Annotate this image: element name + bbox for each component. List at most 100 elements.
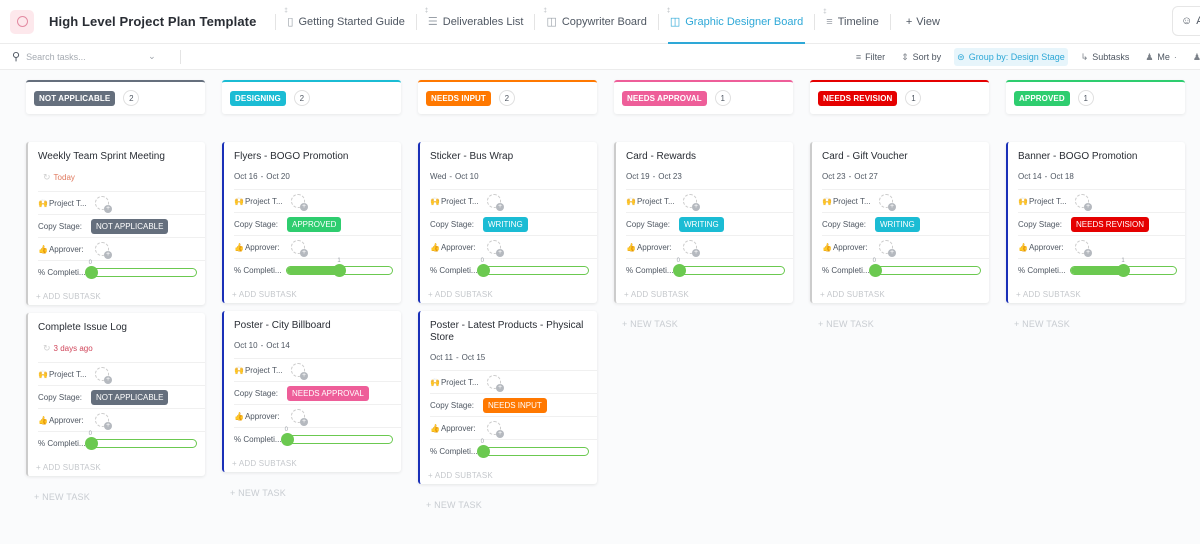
due-date[interactable]: ↻ Today — [38, 172, 205, 183]
add-assignee-icon[interactable] — [487, 194, 504, 211]
space-icon[interactable] — [10, 9, 34, 34]
completion-slider[interactable]: 0 — [280, 427, 393, 446]
new-task-button[interactable]: + NEW TASK — [1006, 311, 1185, 329]
task-title[interactable]: Card - Gift Voucher — [822, 151, 989, 163]
add-approver-icon[interactable] — [879, 240, 896, 257]
date-range[interactable]: Oct 16 - Oct 20 — [234, 172, 401, 181]
new-task-button[interactable]: + NEW TASK — [418, 492, 597, 510]
copy-stage-badge[interactable]: NOT APPLICABLE — [91, 218, 169, 234]
automations-button[interactable]: ☺ A — [1172, 6, 1200, 36]
add-assignee-icon[interactable] — [1075, 194, 1092, 211]
slider-handle[interactable] — [672, 263, 686, 277]
date-range[interactable]: Oct 10 - Oct 14 — [234, 341, 401, 350]
copy-stage-badge[interactable]: NEEDS REVISION — [1071, 216, 1150, 232]
add-subtask-button[interactable]: + ADD SUBTASK — [28, 454, 205, 476]
chevron-down-icon[interactable]: ⌄ — [148, 51, 156, 62]
add-approver-icon[interactable] — [95, 242, 112, 259]
task-card[interactable]: Complete Issue Log ↻ 3 days ago 🙌Project T.… — [26, 313, 205, 476]
task-card[interactable]: Poster - Latest Products - Physical Stor… — [418, 311, 597, 484]
add-subtask-button[interactable]: + ADD SUBTASK — [420, 462, 597, 484]
add-view-button[interactable]: + View — [906, 16, 940, 28]
due-date[interactable]: ↻ 3 days ago — [38, 343, 205, 354]
task-title[interactable]: Weekly Team Sprint Meeting — [38, 151, 205, 163]
add-approver-icon[interactable] — [487, 421, 504, 438]
add-subtask-button[interactable]: + ADD SUBTASK — [812, 281, 989, 303]
column-header[interactable]: NEEDS REVISION 1 — [810, 80, 989, 114]
slider-handle[interactable] — [333, 263, 347, 277]
add-assignee-icon[interactable] — [487, 375, 504, 392]
copy-stage-badge[interactable]: APPROVED — [287, 216, 342, 232]
slider-handle[interactable] — [476, 444, 490, 458]
slider-handle[interactable] — [1117, 263, 1131, 277]
task-title[interactable]: Poster - City Billboard — [234, 320, 401, 332]
copy-stage-badge[interactable]: WRITING — [875, 216, 920, 232]
completion-slider[interactable]: 0 — [84, 431, 197, 450]
completion-slider[interactable]: 1 — [285, 258, 393, 277]
copy-stage-badge[interactable]: NOT APPLICABLE — [91, 389, 169, 405]
completion-slider[interactable]: 0 — [672, 258, 785, 277]
new-task-button[interactable]: + NEW TASK — [810, 311, 989, 329]
assignees-button[interactable]: ♟ — [1190, 48, 1200, 66]
task-card[interactable]: Banner - BOGO Promotion Oct 14 - Oct 18 🙌P… — [1006, 142, 1185, 303]
filter-button[interactable]: ≡ Filter — [853, 48, 888, 66]
add-subtask-button[interactable]: + ADD SUBTASK — [616, 281, 793, 303]
add-assignee-icon[interactable] — [95, 196, 112, 213]
column-header[interactable]: NOT APPLICABLE 2 — [26, 80, 205, 114]
tab-copywriter-board[interactable]: ◫ Copywriter Board — [542, 0, 650, 44]
column-header[interactable]: DESIGNING 2 — [222, 80, 401, 114]
slider-handle[interactable] — [868, 263, 882, 277]
search-box[interactable]: ⚲ ⌄ — [12, 50, 172, 63]
completion-slider[interactable]: 1 — [1069, 258, 1177, 277]
copy-stage-badge[interactable]: NEEDS INPUT — [483, 397, 547, 413]
add-assignee-icon[interactable] — [879, 194, 896, 211]
slider-handle[interactable] — [84, 265, 98, 279]
slider-handle[interactable] — [476, 263, 490, 277]
task-card[interactable]: Sticker - Bus Wrap Wed - Oct 10 🙌Project T… — [418, 142, 597, 303]
task-title[interactable]: Complete Issue Log — [38, 322, 205, 334]
add-subtask-button[interactable]: + ADD SUBTASK — [224, 281, 401, 303]
tab-getting-started-guide[interactable]: ▯ Getting Started Guide — [283, 0, 408, 44]
subtasks-button[interactable]: ↳ Subtasks — [1078, 48, 1133, 66]
slider-handle[interactable] — [84, 436, 98, 450]
task-card[interactable]: Flyers - BOGO Promotion Oct 16 - Oct 20 🙌P… — [222, 142, 401, 303]
copy-stage-badge[interactable]: WRITING — [679, 216, 724, 232]
add-approver-icon[interactable] — [291, 240, 308, 257]
completion-slider[interactable]: 0 — [84, 260, 197, 279]
add-subtask-button[interactable]: + ADD SUBTASK — [420, 281, 597, 303]
completion-slider[interactable]: 0 — [868, 258, 981, 277]
add-approver-icon[interactable] — [95, 413, 112, 430]
new-task-button[interactable]: + NEW TASK — [222, 480, 401, 498]
date-range[interactable]: Oct 11 - Oct 15 — [430, 353, 597, 362]
date-range[interactable]: Oct 19 - Oct 23 — [626, 172, 793, 181]
slider-handle[interactable] — [280, 432, 294, 446]
tab-deliverables-list[interactable]: ☰ Deliverables List — [424, 0, 528, 44]
column-header[interactable]: NEEDS APPROVAL 1 — [614, 80, 793, 114]
task-title[interactable]: Card - Rewards — [626, 151, 793, 163]
task-title[interactable]: Sticker - Bus Wrap — [430, 151, 597, 163]
search-input[interactable] — [26, 51, 137, 62]
date-range[interactable]: Wed - Oct 10 — [430, 172, 597, 181]
date-range[interactable]: Oct 23 - Oct 27 — [822, 172, 989, 181]
me-button[interactable]: ♟ Me · — [1142, 48, 1180, 66]
task-card[interactable]: Weekly Team Sprint Meeting ↻ Today 🙌Project… — [26, 142, 205, 305]
group-by-button[interactable]: ⊜ Group by: Design Stage — [954, 48, 1068, 66]
copy-stage-badge[interactable]: WRITING — [483, 216, 528, 232]
add-subtask-button[interactable]: + ADD SUBTASK — [28, 283, 205, 305]
tab-graphic-designer-board[interactable]: ◫ Graphic Designer Board — [666, 0, 807, 44]
add-assignee-icon[interactable] — [291, 363, 308, 380]
date-range[interactable]: Oct 14 - Oct 18 — [1018, 172, 1185, 181]
copy-stage-badge[interactable]: NEEDS APPROVAL — [287, 385, 369, 401]
add-assignee-icon[interactable] — [683, 194, 700, 211]
sort-button[interactable]: ⇕ Sort by — [898, 48, 944, 66]
new-task-button[interactable]: + NEW TASK — [26, 484, 205, 502]
task-card[interactable]: Poster - City Billboard Oct 10 - Oct 14 🙌P… — [222, 311, 401, 472]
task-title[interactable]: Banner - BOGO Promotion — [1018, 151, 1185, 163]
add-assignee-icon[interactable] — [95, 367, 112, 384]
task-card[interactable]: Card - Gift Voucher Oct 23 - Oct 27 🙌Proje… — [810, 142, 989, 303]
add-subtask-button[interactable]: + ADD SUBTASK — [1008, 281, 1185, 303]
add-approver-icon[interactable] — [1075, 240, 1092, 257]
column-header[interactable]: APPROVED 1 — [1006, 80, 1185, 114]
add-approver-icon[interactable] — [683, 240, 700, 257]
column-header[interactable]: NEEDS INPUT 2 — [418, 80, 597, 114]
add-approver-icon[interactable] — [487, 240, 504, 257]
